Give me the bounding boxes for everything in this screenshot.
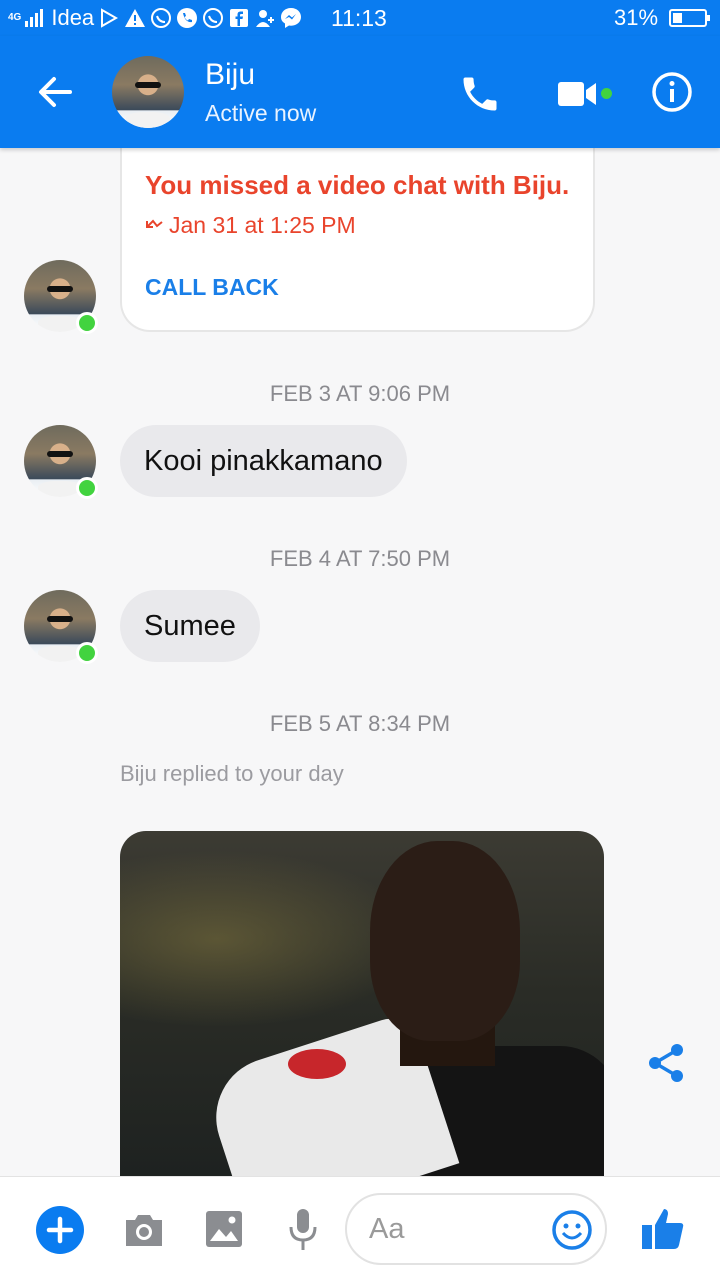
contact-name[interactable]: Biju [205,58,255,92]
sender-avatar[interactable] [24,590,98,664]
missed-call-time-text: Jan 31 at 1:25 PM [169,212,356,238]
phone-notification-icon [176,7,198,29]
info-icon[interactable] [651,71,693,113]
phone-icon[interactable] [458,72,502,116]
facebook-icon [228,7,250,29]
status-bar: 4G Idea 11:13 31% [0,0,720,36]
missed-call-card: You missed a video chat with Biju. Jan 3… [120,148,595,332]
battery-icon [669,9,710,27]
network-type: 4G [8,12,22,23]
share-icon[interactable] [644,1041,688,1085]
missed-call-title: You missed a video chat with Biju. [145,170,570,200]
online-indicator [76,477,98,499]
message-bubble[interactable]: Kooi pinakkamano [120,425,407,497]
back-arrow-icon[interactable] [34,72,78,112]
message-timestamp: FEB 3 AT 9:06 PM [269,381,451,406]
carrier-name: Idea [51,5,95,30]
whatsapp-icon-2 [202,7,224,29]
gallery-icon[interactable] [204,1209,244,1249]
contact-status: Active now [205,100,317,126]
warning-icon [124,7,146,29]
missed-call-arrow-icon [146,219,163,228]
person-notification-icon [254,7,276,29]
video-camera-icon[interactable] [556,76,600,112]
video-online-dot [601,88,612,99]
signal-icon [25,9,44,27]
thumbs-up-icon[interactable] [640,1205,686,1251]
message-timestamp: FEB 5 AT 8:34 PM [269,711,451,736]
clock: 11:13 [331,5,387,31]
battery-fill [673,13,682,23]
message-input-placeholder: Aa [369,1213,405,1245]
status-left: 4G Idea [8,4,302,32]
battery-percent: 31% [614,5,659,30]
call-back-button[interactable]: CALL BACK [145,274,279,301]
messenger-icon [280,7,302,29]
sender-avatar[interactable] [24,260,98,334]
message-list[interactable]: You missed a video chat with Biju. Jan 3… [0,148,720,1176]
missed-call-time: Jan 31 at 1:25 PM [145,212,356,239]
message-bubble[interactable]: Sumee [120,590,260,662]
contact-avatar[interactable] [112,56,184,128]
story-reply-gif[interactable] [120,831,604,1176]
message-composer: Aa [0,1176,720,1280]
plus-icon[interactable] [36,1206,84,1254]
camera-icon[interactable] [122,1210,166,1250]
play-store-icon [98,7,120,29]
online-indicator [76,312,98,334]
microphone-icon[interactable] [288,1207,318,1253]
conversation-header: Biju Active now [0,36,720,148]
sender-avatar[interactable] [24,425,98,499]
online-indicator [76,642,98,664]
whatsapp-icon [150,7,172,29]
message-timestamp: FEB 4 AT 7:50 PM [269,546,451,571]
story-reply-note: Biju replied to your day [120,761,344,786]
emoji-icon[interactable] [551,1209,593,1251]
